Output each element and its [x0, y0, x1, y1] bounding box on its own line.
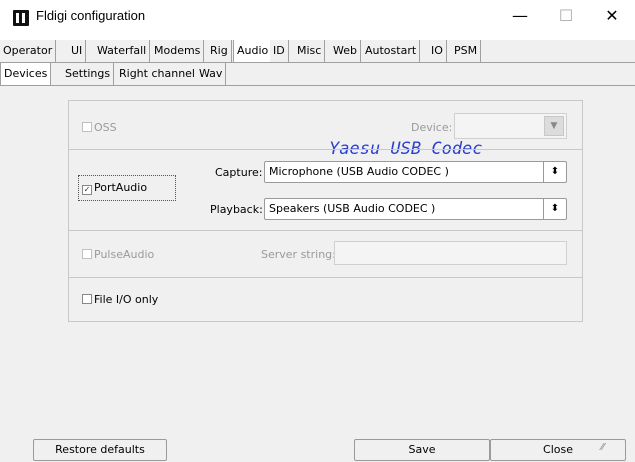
updown-icon: ⬍ [543, 199, 566, 219]
tab-autostart[interactable]: Autostart [362, 40, 421, 62]
pulseaudio-option[interactable]: PulseAudio [82, 248, 154, 261]
tab-waterfall[interactable]: Waterfall [94, 40, 151, 62]
chevron-down-icon[interactable]: ▼ [544, 116, 564, 136]
secondary-tab-bar: Devices Settings Right channel Wav [0, 63, 635, 86]
pulseaudio-label: PulseAudio [94, 248, 155, 261]
tab-ui[interactable]: UI [68, 40, 87, 62]
oss-option[interactable]: OSS [82, 121, 117, 134]
oss-checkbox[interactable] [82, 122, 92, 132]
tab-operator[interactable]: Operator [0, 40, 57, 62]
capture-label: Capture: [215, 166, 263, 179]
fileio-checkbox[interactable] [82, 294, 92, 304]
tab-id[interactable]: ID [270, 40, 289, 62]
tab-io[interactable]: IO [428, 40, 447, 62]
tab-psm[interactable]: PSM [451, 40, 482, 62]
server-string-field[interactable] [334, 241, 567, 265]
fileio-option[interactable]: File I/O only [82, 293, 158, 306]
save-button[interactable]: Save [354, 439, 490, 461]
portaudio-label: PortAudio [94, 181, 148, 194]
tab-wav[interactable]: Wav [196, 63, 227, 85]
playback-select[interactable]: Speakers (USB Audio CODEC ) ⬍ [264, 198, 567, 220]
tab-rig[interactable]: Rig [207, 40, 232, 62]
tab-settings[interactable]: Settings [62, 63, 115, 85]
window-title: Fldigi configuration [36, 8, 146, 23]
server-string-label: Server string: [261, 248, 336, 261]
portaudio-checkbox[interactable]: ✓ [82, 185, 92, 195]
maximize-button[interactable]: ☐ [543, 0, 589, 32]
capture-value: Microphone (USB Audio CODEC ) [269, 165, 449, 178]
tab-audio[interactable]: Audio [233, 40, 273, 63]
pulseaudio-checkbox[interactable] [82, 249, 92, 259]
divider [69, 277, 582, 278]
resize-grip-icon[interactable]: ⁄⁄ [601, 442, 625, 454]
updown-icon: ⬍ [543, 162, 566, 182]
minimize-button[interactable]: — [497, 0, 543, 32]
restore-defaults-button[interactable]: Restore defaults [33, 439, 167, 461]
divider [69, 230, 582, 231]
tab-devices[interactable]: Devices [0, 63, 52, 86]
playback-value: Speakers (USB Audio CODEC ) [269, 202, 436, 215]
primary-tab-bar: Operator UI Waterfall Modems Rig Audio ID Misc W… [0, 40, 635, 63]
tab-modems[interactable]: Modems [151, 40, 205, 62]
divider [69, 149, 582, 150]
playback-label: Playback: [210, 203, 263, 216]
app-icon [13, 10, 29, 26]
device-label: Device: [411, 121, 453, 134]
tab-web[interactable]: Web [330, 40, 361, 62]
capture-select[interactable]: Microphone (USB Audio CODEC ) ⬍ [264, 161, 567, 183]
oss-label: OSS [94, 121, 117, 134]
tab-right-channel[interactable]: Right channel [116, 63, 199, 85]
portaudio-option[interactable]: ✓ PortAudio [82, 181, 147, 195]
fileio-label: File I/O only [94, 293, 159, 306]
tab-misc[interactable]: Misc [294, 40, 326, 62]
close-window-button[interactable]: ✕ [589, 0, 635, 32]
